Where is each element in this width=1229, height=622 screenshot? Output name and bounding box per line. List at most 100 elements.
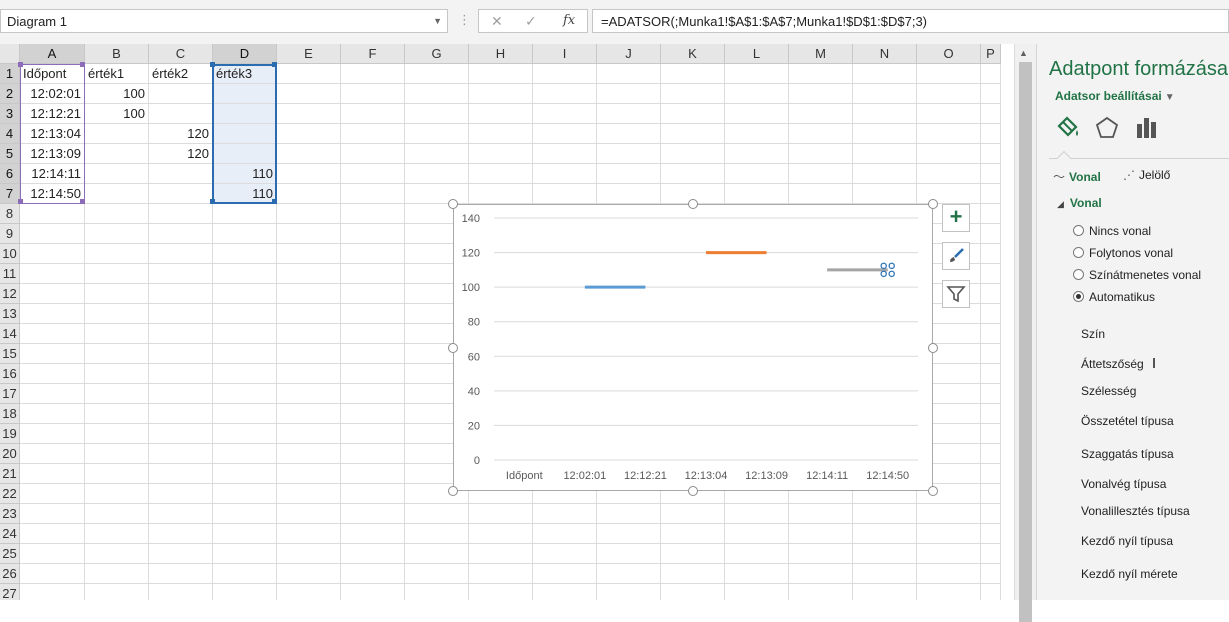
- cell-m25[interactable]: [789, 544, 853, 564]
- row-header-10[interactable]: 10: [0, 244, 20, 264]
- cell-p1[interactable]: [981, 64, 1001, 84]
- cell-f23[interactable]: [341, 504, 405, 524]
- cell-o23[interactable]: [917, 504, 981, 524]
- cell-a13[interactable]: [20, 304, 85, 324]
- cell-g6[interactable]: [405, 164, 469, 184]
- cell-b21[interactable]: [85, 464, 149, 484]
- cell-e9[interactable]: [277, 224, 341, 244]
- scrollbar-thumb[interactable]: [1019, 62, 1032, 622]
- cell-b24[interactable]: [85, 524, 149, 544]
- row-header-1[interactable]: 1: [0, 64, 20, 84]
- bar-chart-icon[interactable]: [1133, 114, 1161, 142]
- cell-m23[interactable]: [789, 504, 853, 524]
- cell-a11[interactable]: [20, 264, 85, 284]
- cell-c13[interactable]: [149, 304, 213, 324]
- paint-bucket-icon[interactable]: [1053, 114, 1081, 142]
- cell-f6[interactable]: [341, 164, 405, 184]
- chart-resize-handle[interactable]: [688, 486, 698, 496]
- cell-a2[interactable]: 12:02:01: [20, 84, 85, 104]
- radio-circle-icon[interactable]: [1073, 269, 1084, 280]
- column-header-f[interactable]: F: [341, 44, 405, 64]
- cell-h4[interactable]: [469, 124, 533, 144]
- cell-g2[interactable]: [405, 84, 469, 104]
- cell-b23[interactable]: [85, 504, 149, 524]
- radio-circle-icon[interactable]: [1073, 247, 1084, 258]
- cell-n27[interactable]: [853, 584, 917, 600]
- cell-p5[interactable]: [981, 144, 1001, 164]
- cell-f4[interactable]: [341, 124, 405, 144]
- cell-a8[interactable]: [20, 204, 85, 224]
- row-header-7[interactable]: 7: [0, 184, 20, 204]
- cell-c20[interactable]: [149, 444, 213, 464]
- cell-b17[interactable]: [85, 384, 149, 404]
- cell-c4[interactable]: 120: [149, 124, 213, 144]
- cell-m6[interactable]: [789, 164, 853, 184]
- cell-k4[interactable]: [661, 124, 725, 144]
- column-header-j[interactable]: J: [597, 44, 661, 64]
- cell-p27[interactable]: [981, 584, 1001, 600]
- cell-c8[interactable]: [149, 204, 213, 224]
- chart-resize-handle[interactable]: [448, 199, 458, 209]
- cell-e12[interactable]: [277, 284, 341, 304]
- cell-o1[interactable]: [917, 64, 981, 84]
- cell-d22[interactable]: [213, 484, 277, 504]
- cell-f5[interactable]: [341, 144, 405, 164]
- cell-h23[interactable]: [469, 504, 533, 524]
- cell-e8[interactable]: [277, 204, 341, 224]
- cell-a12[interactable]: [20, 284, 85, 304]
- cell-p22[interactable]: [981, 484, 1001, 504]
- cell-e15[interactable]: [277, 344, 341, 364]
- cell-o7[interactable]: [917, 184, 981, 204]
- cell-o24[interactable]: [917, 524, 981, 544]
- cell-a22[interactable]: [20, 484, 85, 504]
- cell-p13[interactable]: [981, 304, 1001, 324]
- cell-h2[interactable]: [469, 84, 533, 104]
- cell-d21[interactable]: [213, 464, 277, 484]
- cell-i24[interactable]: [533, 524, 597, 544]
- cell-f27[interactable]: [341, 584, 405, 600]
- cell-c5[interactable]: 120: [149, 144, 213, 164]
- cell-b6[interactable]: [85, 164, 149, 184]
- cell-a16[interactable]: [20, 364, 85, 384]
- cell-l24[interactable]: [725, 524, 789, 544]
- row-header-20[interactable]: 20: [0, 444, 20, 464]
- chart-resize-handle[interactable]: [928, 342, 938, 353]
- cancel-icon[interactable]: ✕: [491, 13, 503, 30]
- scroll-up-icon[interactable]: ▲: [1019, 48, 1028, 58]
- cell-f25[interactable]: [341, 544, 405, 564]
- cell-a26[interactable]: [20, 564, 85, 584]
- cell-p25[interactable]: [981, 544, 1001, 564]
- cell-h24[interactable]: [469, 524, 533, 544]
- cell-h1[interactable]: [469, 64, 533, 84]
- cell-k2[interactable]: [661, 84, 725, 104]
- cell-d7[interactable]: 110: [213, 184, 277, 204]
- row-header-2[interactable]: 2: [0, 84, 20, 104]
- cell-d3[interactable]: [213, 104, 277, 124]
- cell-p6[interactable]: [981, 164, 1001, 184]
- cell-f12[interactable]: [341, 284, 405, 304]
- cell-c26[interactable]: [149, 564, 213, 584]
- cell-j27[interactable]: [597, 584, 661, 600]
- cell-f20[interactable]: [341, 444, 405, 464]
- row-header-26[interactable]: 26: [0, 564, 20, 584]
- cell-c19[interactable]: [149, 424, 213, 444]
- cell-o25[interactable]: [917, 544, 981, 564]
- cell-j6[interactable]: [597, 164, 661, 184]
- column-header-k[interactable]: K: [661, 44, 725, 64]
- cell-d6[interactable]: 110: [213, 164, 277, 184]
- cell-f8[interactable]: [341, 204, 405, 224]
- column-header-h[interactable]: H: [469, 44, 533, 64]
- cell-c16[interactable]: [149, 364, 213, 384]
- cell-i5[interactable]: [533, 144, 597, 164]
- cell-f1[interactable]: [341, 64, 405, 84]
- cell-f14[interactable]: [341, 324, 405, 344]
- cell-c24[interactable]: [149, 524, 213, 544]
- row-header-21[interactable]: 21: [0, 464, 20, 484]
- cell-c10[interactable]: [149, 244, 213, 264]
- row-header-5[interactable]: 5: [0, 144, 20, 164]
- cell-l23[interactable]: [725, 504, 789, 524]
- cell-m3[interactable]: [789, 104, 853, 124]
- cell-a10[interactable]: [20, 244, 85, 264]
- cell-n26[interactable]: [853, 564, 917, 584]
- cell-p10[interactable]: [981, 244, 1001, 264]
